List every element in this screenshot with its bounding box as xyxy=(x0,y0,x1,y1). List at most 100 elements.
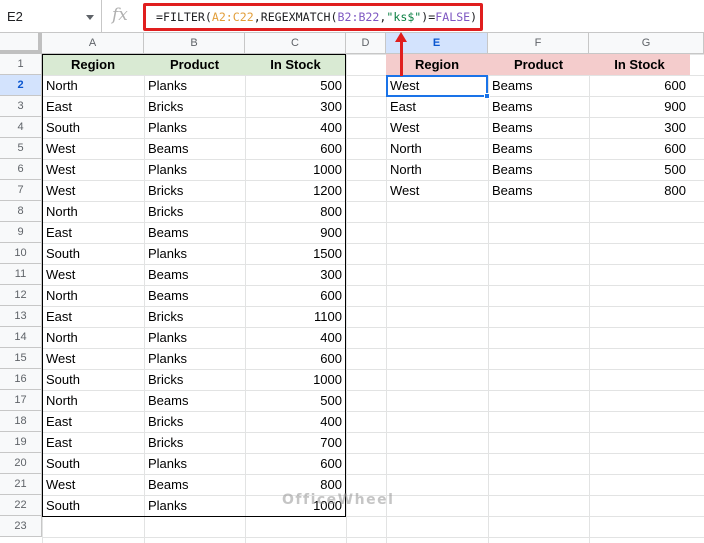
source-cell[interactable]: Beams xyxy=(144,390,245,411)
result-header-product[interactable]: Product xyxy=(488,54,589,75)
source-cell[interactable]: 1500 xyxy=(245,243,346,264)
source-cell[interactable]: 600 xyxy=(245,138,346,159)
source-cell[interactable]: Beams xyxy=(144,138,245,159)
source-cell[interactable]: 1000 xyxy=(245,369,346,390)
source-cell[interactable]: Bricks xyxy=(144,180,245,201)
active-cell-selection[interactable] xyxy=(386,75,488,97)
result-cell[interactable]: West xyxy=(386,117,488,138)
row-header[interactable]: 2 xyxy=(0,75,42,96)
row-header[interactable]: 15 xyxy=(0,348,42,369)
source-cell[interactable]: 400 xyxy=(245,117,346,138)
source-cell[interactable]: North xyxy=(42,201,144,222)
row-header[interactable]: 8 xyxy=(0,201,42,222)
result-cell[interactable]: West xyxy=(386,180,488,201)
row-header[interactable]: 6 xyxy=(0,159,42,180)
result-cell[interactable]: 900 xyxy=(589,96,690,117)
row-header[interactable]: 4 xyxy=(0,117,42,138)
column-header-f[interactable]: F xyxy=(488,33,589,54)
source-cell[interactable]: West xyxy=(42,138,144,159)
source-header-region[interactable]: Region xyxy=(42,54,144,75)
source-cell[interactable]: North xyxy=(42,285,144,306)
source-cell[interactable]: 1200 xyxy=(245,180,346,201)
row-header[interactable]: 11 xyxy=(0,264,42,285)
row-header[interactable]: 10 xyxy=(0,243,42,264)
row-header[interactable]: 19 xyxy=(0,432,42,453)
row-header[interactable]: 5 xyxy=(0,138,42,159)
source-cell[interactable]: 600 xyxy=(245,348,346,369)
source-cell[interactable]: Planks xyxy=(144,159,245,180)
result-cell[interactable]: East xyxy=(386,96,488,117)
source-cell[interactable]: Planks xyxy=(144,243,245,264)
source-cell[interactable]: Beams xyxy=(144,474,245,495)
source-cell[interactable]: 800 xyxy=(245,201,346,222)
column-header-b[interactable]: B xyxy=(144,33,245,54)
result-header-in-stock[interactable]: In Stock xyxy=(589,54,690,75)
source-cell[interactable]: Bricks xyxy=(144,96,245,117)
source-cell[interactable]: East xyxy=(42,222,144,243)
result-cell[interactable]: 600 xyxy=(589,138,690,159)
source-cell[interactable]: North xyxy=(42,327,144,348)
source-cell[interactable]: South xyxy=(42,495,144,516)
column-header-a[interactable]: A xyxy=(42,33,144,54)
column-header-c[interactable]: C xyxy=(245,33,346,54)
source-cell[interactable]: Bricks xyxy=(144,369,245,390)
chevron-down-icon[interactable] xyxy=(86,15,94,20)
result-cell[interactable]: Beams xyxy=(488,159,589,180)
column-header-g[interactable]: G xyxy=(589,33,704,54)
source-cell[interactable]: 1100 xyxy=(245,306,346,327)
name-box[interactable]: E2 xyxy=(0,0,102,33)
result-cell[interactable]: Beams xyxy=(488,138,589,159)
source-cell[interactable]: Beams xyxy=(144,222,245,243)
row-header[interactable]: 20 xyxy=(0,453,42,474)
source-cell[interactable]: Planks xyxy=(144,327,245,348)
source-cell[interactable]: 400 xyxy=(245,411,346,432)
row-header[interactable]: 21 xyxy=(0,474,42,495)
fill-handle[interactable] xyxy=(484,93,490,99)
source-cell[interactable]: Planks xyxy=(144,75,245,96)
source-cell[interactable]: West xyxy=(42,264,144,285)
row-header[interactable]: 22 xyxy=(0,495,42,516)
source-cell[interactable]: South xyxy=(42,369,144,390)
column-header-d[interactable]: D xyxy=(346,33,386,54)
result-cell[interactable]: Beams xyxy=(488,75,589,96)
row-header[interactable]: 16 xyxy=(0,369,42,390)
result-cell[interactable]: 600 xyxy=(589,75,690,96)
result-cell[interactable]: 300 xyxy=(589,117,690,138)
source-cell[interactable]: West xyxy=(42,180,144,201)
source-cell[interactable]: 600 xyxy=(245,285,346,306)
row-header[interactable]: 12 xyxy=(0,285,42,306)
result-cell[interactable]: Beams xyxy=(488,180,589,201)
source-cell[interactable]: Planks xyxy=(144,117,245,138)
row-header[interactable]: 7 xyxy=(0,180,42,201)
source-cell[interactable]: 500 xyxy=(245,75,346,96)
source-cell[interactable]: East xyxy=(42,306,144,327)
source-cell[interactable]: Beams xyxy=(144,285,245,306)
source-cell[interactable]: Planks xyxy=(144,348,245,369)
source-cell[interactable]: 400 xyxy=(245,327,346,348)
source-cell[interactable]: North xyxy=(42,390,144,411)
row-header[interactable]: 1 xyxy=(0,54,42,75)
source-cell[interactable]: West xyxy=(42,159,144,180)
source-cell[interactable]: 300 xyxy=(245,264,346,285)
row-header[interactable]: 14 xyxy=(0,327,42,348)
row-header[interactable]: 9 xyxy=(0,222,42,243)
source-header-in-stock[interactable]: In Stock xyxy=(245,54,346,75)
source-cell[interactable]: West xyxy=(42,348,144,369)
source-cell[interactable]: East xyxy=(42,432,144,453)
source-cell[interactable]: Beams xyxy=(144,264,245,285)
source-header-product[interactable]: Product xyxy=(144,54,245,75)
result-cell[interactable]: Beams xyxy=(488,96,589,117)
select-all-corner[interactable] xyxy=(0,33,42,54)
row-header[interactable]: 13 xyxy=(0,306,42,327)
formula-input[interactable]: =FILTER(A2:C22,REGEXMATCH(B2:B22,"ks$")=… xyxy=(143,3,483,31)
source-cell[interactable]: 300 xyxy=(245,96,346,117)
source-cell[interactable]: South xyxy=(42,453,144,474)
source-cell[interactable]: 500 xyxy=(245,390,346,411)
source-cell[interactable]: Planks xyxy=(144,495,245,516)
result-cell[interactable]: North xyxy=(386,159,488,180)
result-cell[interactable]: Beams xyxy=(488,117,589,138)
row-header[interactable]: 3 xyxy=(0,96,42,117)
row-header[interactable]: 18 xyxy=(0,411,42,432)
source-cell[interactable]: Planks xyxy=(144,453,245,474)
result-cell[interactable]: 500 xyxy=(589,159,690,180)
